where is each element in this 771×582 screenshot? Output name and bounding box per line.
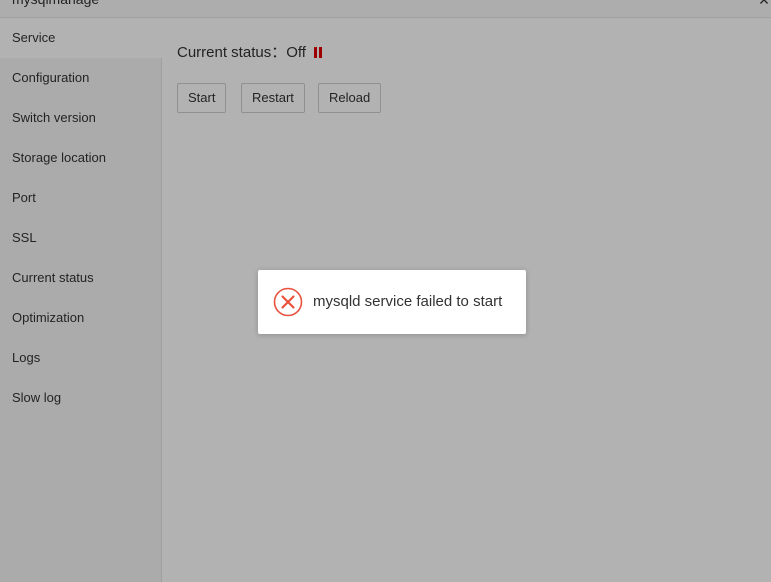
toast-message: mysqld service failed to start <box>313 293 503 310</box>
error-toast: mysqld service failed to start <box>258 270 526 334</box>
error-circle-icon <box>273 287 303 317</box>
